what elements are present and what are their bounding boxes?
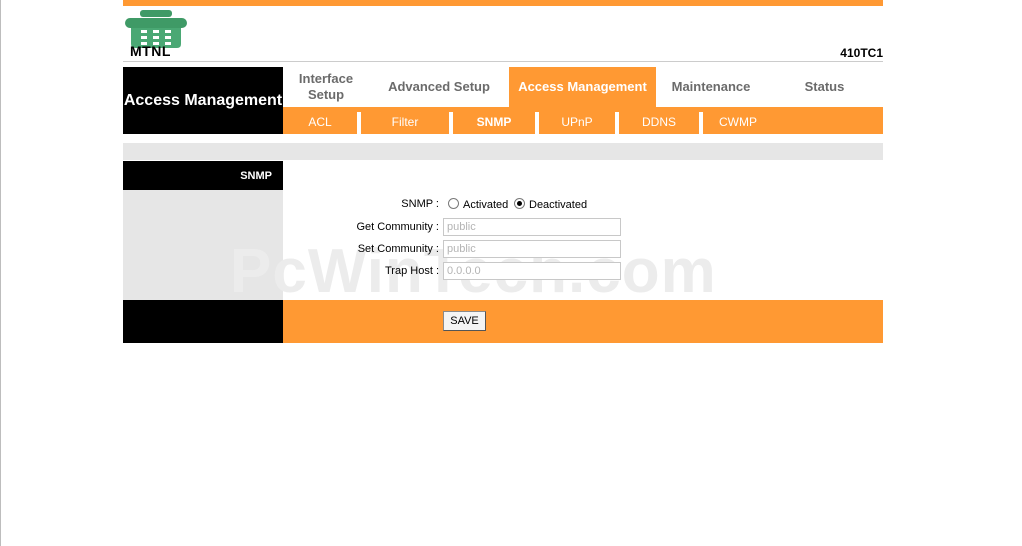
tab-maintenance[interactable]: Maintenance xyxy=(656,67,766,107)
subtab-snmp[interactable]: SNMP xyxy=(453,107,535,134)
footer-bar xyxy=(283,300,883,343)
snmp-activated-label: Activated xyxy=(463,199,509,211)
tab-access-management[interactable]: Access Management xyxy=(509,67,656,107)
trap-host-label: Trap Host : xyxy=(385,265,439,277)
snmp-deactivated-radio[interactable] xyxy=(514,198,525,209)
tab-advanced-setup[interactable]: Advanced Setup xyxy=(369,67,509,107)
sub-tabs: ACL Filter SNMP UPnP DDNS CWMP xyxy=(283,107,883,134)
subtab-filter[interactable]: Filter xyxy=(361,107,449,134)
spacer-strip xyxy=(123,143,883,160)
main-tabs: Interface Setup Advanced Setup Access Ma… xyxy=(283,67,883,107)
get-community-label: Get Community : xyxy=(356,221,439,233)
snmp-label: SNMP : xyxy=(401,198,439,210)
top-accent-bar xyxy=(123,0,883,6)
subtab-ddns[interactable]: DDNS xyxy=(619,107,699,134)
set-community-label: Set Community : xyxy=(357,243,439,255)
device-model: 410TC1 xyxy=(840,46,883,60)
subtab-upnp[interactable]: UPnP xyxy=(539,107,615,134)
header-divider xyxy=(123,61,883,62)
subtab-acl[interactable]: ACL xyxy=(283,107,357,134)
snmp-activated-radio[interactable] xyxy=(448,198,459,209)
tab-interface-setup[interactable]: Interface Setup xyxy=(283,67,369,107)
brand-name: MTNL xyxy=(130,43,171,59)
footer-left-block xyxy=(123,300,283,343)
set-community-input[interactable]: public xyxy=(443,240,621,258)
get-community-input[interactable]: public xyxy=(443,218,621,236)
panel-title: SNMP xyxy=(123,161,283,190)
window-edge xyxy=(0,0,1,546)
trap-host-input[interactable]: 0.0.0.0 xyxy=(443,262,621,280)
snmp-deactivated-label: Deactivated xyxy=(529,199,588,211)
subtab-cwmp[interactable]: CWMP xyxy=(703,107,773,134)
tab-status[interactable]: Status xyxy=(766,67,883,107)
section-title: Access Management xyxy=(123,67,283,134)
save-button[interactable]: SAVE xyxy=(443,311,486,331)
